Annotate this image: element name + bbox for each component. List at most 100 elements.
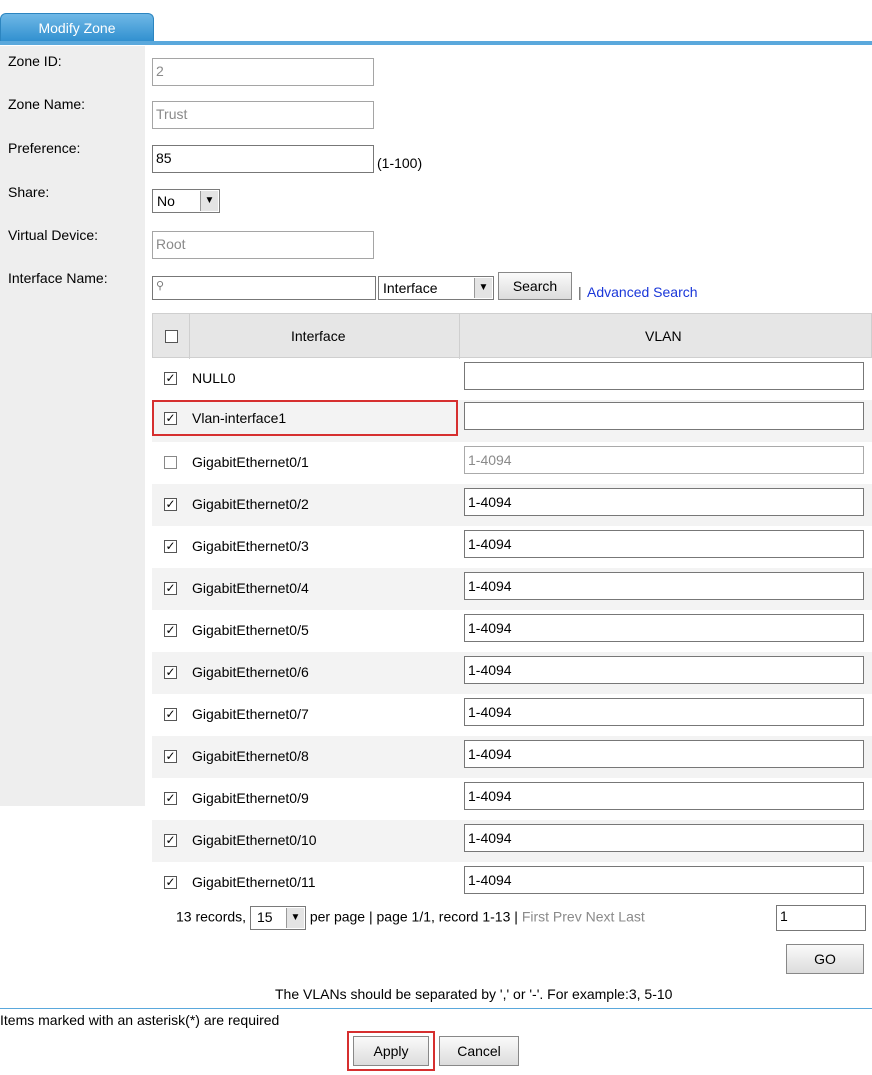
interface-name: NULL0 [192, 370, 236, 386]
virtual-device-field: Root [152, 231, 374, 259]
search-separator: | [578, 284, 582, 300]
row-checkbox[interactable]: ✓ [164, 624, 177, 637]
next-link[interactable]: Next [586, 909, 615, 925]
vlan-input[interactable]: 1-4094 [464, 488, 864, 516]
row-checkbox[interactable]: ✓ [164, 834, 177, 847]
search-button[interactable]: Search [498, 272, 572, 300]
row-checkbox[interactable]: ✓ [164, 498, 177, 511]
go-button[interactable]: GO [786, 944, 864, 974]
row-checkbox[interactable]: ✓ [164, 708, 177, 721]
table-row: ✓ GigabitEthernet0/5 1-4094 [152, 610, 872, 652]
table-row: ✓ GigabitEthernet0/10 1-4094 [152, 820, 872, 862]
label-column [0, 46, 145, 806]
column-divider [459, 314, 460, 359]
interface-name: GigabitEthernet0/6 [192, 664, 309, 680]
vlan-input[interactable]: 1-4094 [464, 572, 864, 600]
interface-name: GigabitEthernet0/10 [192, 832, 317, 848]
zone-id-field: 2 [152, 58, 374, 86]
row-checkbox[interactable]: ✓ [164, 750, 177, 763]
pager: 13 records, 15 ▼ per page | page 1/1, re… [176, 906, 645, 930]
interface-name: GigabitEthernet0/2 [192, 496, 309, 512]
row-checkbox[interactable]: ✓ [164, 412, 177, 425]
zone-name-label: Zone Name: [8, 96, 86, 112]
interface-name: GigabitEthernet0/9 [192, 790, 309, 806]
table-row: ✓ GigabitEthernet0/9 1-4094 [152, 778, 872, 820]
vlan-input[interactable]: 1-4094 [464, 866, 864, 894]
table-row: ✓ GigabitEthernet0/11 1-4094 [152, 862, 872, 904]
table-row: ✓ GigabitEthernet0/3 1-4094 [152, 526, 872, 568]
chevron-down-icon[interactable]: ▼ [200, 191, 218, 211]
interface-filter-value: Interface [383, 280, 438, 296]
divider [0, 1008, 872, 1009]
interface-name: GigabitEthernet0/1 [192, 454, 309, 470]
vlan-note: The VLANs should be separated by ',' or … [275, 986, 673, 1002]
last-link[interactable]: Last [618, 909, 644, 925]
vlan-input[interactable]: 1-4094 [464, 740, 864, 768]
share-select-value: No [157, 193, 175, 209]
interface-name: GigabitEthernet0/8 [192, 748, 309, 764]
row-checkbox[interactable]: ✓ [164, 792, 177, 805]
advanced-search-link[interactable]: Advanced Search [587, 284, 698, 300]
share-label: Share: [8, 184, 50, 200]
table-row: GigabitEthernet0/1 1-4094 [152, 442, 872, 484]
share-select[interactable]: No ▼ [152, 189, 220, 213]
table-row: ✓ GigabitEthernet0/6 1-4094 [152, 652, 872, 694]
interface-name: Vlan-interface1 [192, 410, 287, 426]
chevron-down-icon[interactable]: ▼ [474, 278, 492, 298]
table-row: ✓ GigabitEthernet0/7 1-4094 [152, 694, 872, 736]
tab-modify-zone[interactable]: Modify Zone [0, 13, 154, 42]
vlan-input[interactable]: 1-4094 [464, 824, 864, 852]
vlan-input[interactable]: 1-4094 [464, 530, 864, 558]
per-page-value: 15 [256, 909, 273, 925]
table-row: ✓ GigabitEthernet0/8 1-4094 [152, 736, 872, 778]
row-checkbox[interactable]: ✓ [164, 666, 177, 679]
interface-name: GigabitEthernet0/11 [192, 874, 316, 890]
apply-button[interactable]: Apply [353, 1036, 429, 1066]
preference-input[interactable]: 85 [152, 145, 374, 173]
row-checkbox[interactable]: ✓ [164, 372, 177, 385]
row-checkbox[interactable]: ✓ [164, 876, 177, 889]
vlan-input[interactable] [464, 402, 864, 430]
table-header: Interface VLAN [152, 313, 872, 359]
interface-filter-select[interactable]: Interface ▼ [378, 276, 494, 300]
preference-hint: (1-100) [377, 155, 423, 171]
virtual-device-label: Virtual Device: [8, 227, 99, 243]
tab-bar: Modify Zone [0, 0, 872, 46]
interface-name: GigabitEthernet0/4 [192, 580, 309, 596]
row-checkbox[interactable]: ✓ [164, 540, 177, 553]
interface-name: GigabitEthernet0/5 [192, 622, 309, 638]
page-input[interactable]: 1 [776, 905, 866, 931]
interface-name-label: Interface Name: [8, 270, 108, 286]
interface-name: GigabitEthernet0/3 [192, 538, 309, 554]
tab-underline [0, 41, 872, 45]
table-row: ✓ GigabitEthernet0/4 1-4094 [152, 568, 872, 610]
table-row: ✓ Vlan-interface1 [152, 400, 872, 442]
select-all-checkbox[interactable] [165, 330, 178, 343]
header-interface: Interface [291, 328, 346, 344]
table-row: ✓ GigabitEthernet0/2 1-4094 [152, 484, 872, 526]
interface-search-input[interactable]: ⚲ [152, 276, 376, 300]
column-divider [189, 314, 190, 359]
search-icon: ⚲ [156, 280, 165, 292]
per-page-select[interactable]: 15 ▼ [249, 906, 306, 930]
interface-name: GigabitEthernet0/7 [192, 706, 309, 722]
cancel-button[interactable]: Cancel [439, 1036, 519, 1066]
vlan-input[interactable]: 1-4094 [464, 656, 864, 684]
vlan-input: 1-4094 [464, 446, 864, 474]
chevron-down-icon[interactable]: ▼ [285, 908, 304, 928]
vlan-input[interactable]: 1-4094 [464, 614, 864, 642]
table-row: ✓ NULL0 [152, 358, 872, 400]
zone-name-field: Trust [152, 101, 374, 129]
vlan-input[interactable]: 1-4094 [464, 782, 864, 810]
preference-label: Preference: [8, 140, 81, 156]
prev-link[interactable]: Prev [553, 909, 582, 925]
vlan-input[interactable] [464, 362, 864, 390]
row-checkbox[interactable] [164, 456, 177, 469]
per-page-text: per page | page 1/1, record 1-13 | [309, 908, 518, 925]
row-checkbox[interactable]: ✓ [164, 582, 177, 595]
required-note: Items marked with an asterisk(*) are req… [0, 1012, 280, 1028]
vlan-input[interactable]: 1-4094 [464, 698, 864, 726]
records-count: 13 records, [176, 908, 247, 925]
header-vlan: VLAN [645, 328, 682, 344]
first-link[interactable]: First [522, 909, 549, 925]
